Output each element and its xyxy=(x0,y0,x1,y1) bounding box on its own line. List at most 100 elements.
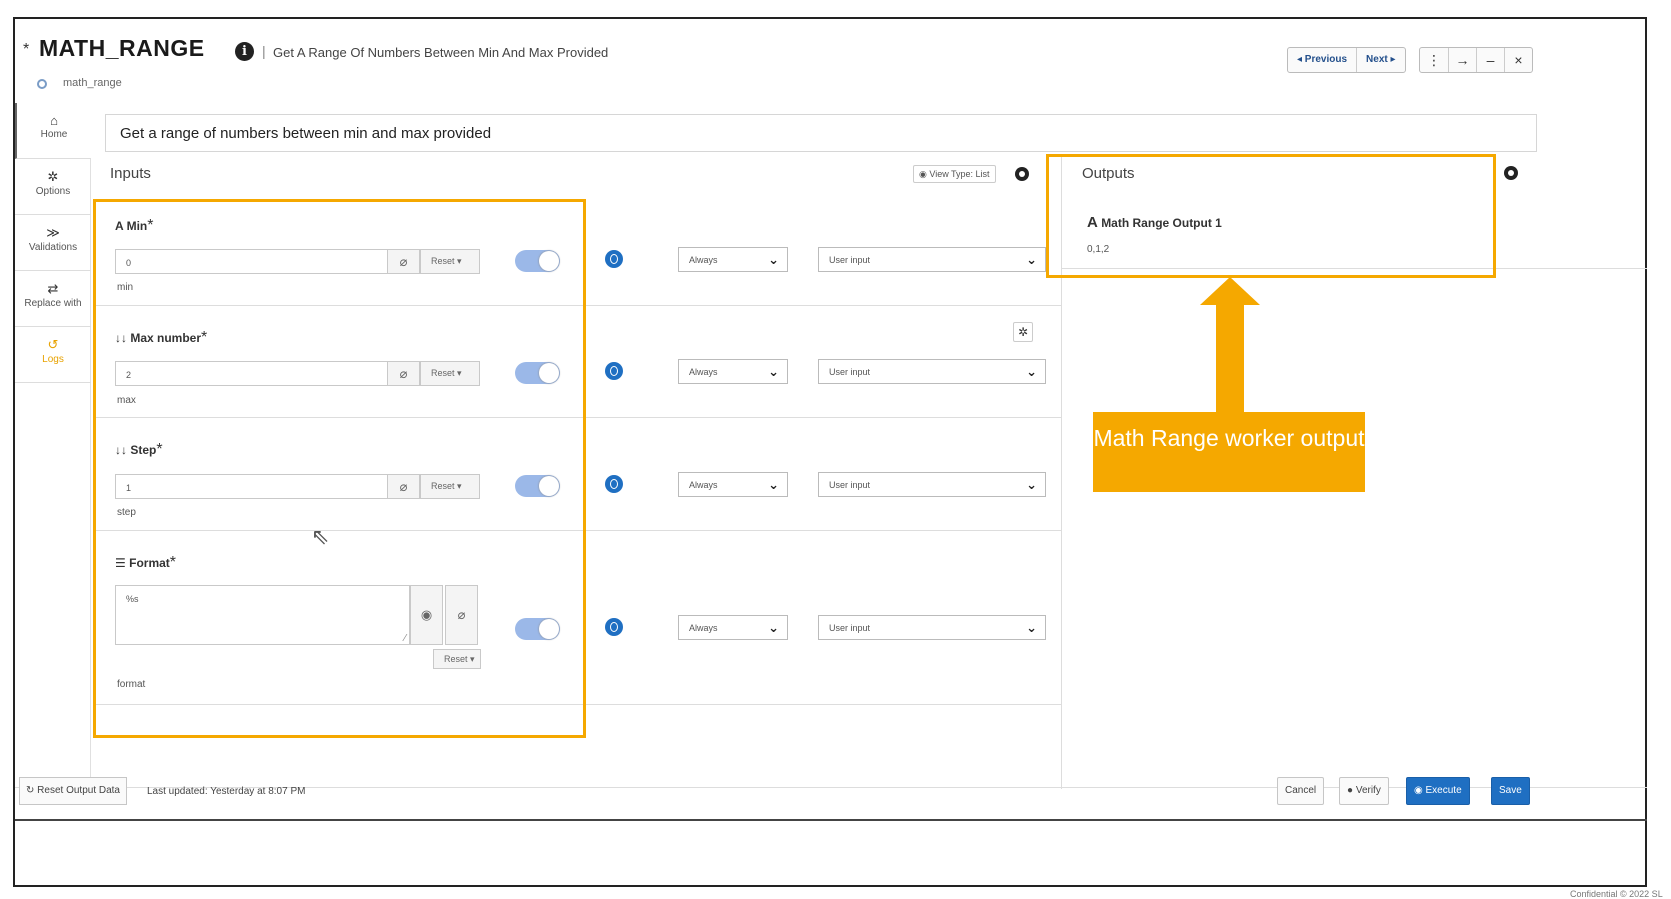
settings-gear-icon[interactable]: ✲ xyxy=(1013,322,1033,342)
output-divider xyxy=(1061,268,1647,269)
step-input[interactable]: 1 xyxy=(115,474,390,499)
info-badge-icon[interactable] xyxy=(605,362,623,380)
chevron-down-icon: ⌄ xyxy=(768,620,779,635)
input-label-text: Step xyxy=(130,443,157,457)
input-toggle[interactable] xyxy=(515,250,560,272)
output-name: A Math Range Output 1 xyxy=(1087,214,1222,231)
required-marker: * xyxy=(201,329,208,346)
when-select-value: Always xyxy=(689,367,718,377)
input-key-label: format xyxy=(117,679,146,690)
info-badge-icon[interactable] xyxy=(605,250,623,268)
attach-icon[interactable]: ⌀ xyxy=(445,585,478,645)
source-select[interactable]: User input ⌄ xyxy=(818,615,1046,640)
required-marker: * xyxy=(169,554,177,571)
output-name-text: Math Range Output 1 xyxy=(1101,216,1222,230)
when-select[interactable]: Always ⌄ xyxy=(678,247,788,272)
page-subtitle: Get A Range Of Numbers Between Min And M… xyxy=(273,45,609,60)
save-button[interactable]: Save xyxy=(1491,777,1530,805)
text-format-icon: ☰ xyxy=(115,556,126,570)
refresh-icon: ↻ xyxy=(26,785,38,796)
attach-icon[interactable]: ⌀ xyxy=(387,474,420,499)
forward-arrow-icon[interactable]: → xyxy=(1448,48,1476,72)
number-type-icon: ↓↓ xyxy=(115,331,127,345)
history-icon: ↺ xyxy=(47,337,59,352)
input-key-label: step xyxy=(117,507,136,518)
required-marker: * xyxy=(147,217,154,234)
kebab-menu-icon[interactable]: ⋮ xyxy=(1420,48,1448,72)
required-marker: * xyxy=(156,441,163,458)
source-select[interactable]: User input ⌄ xyxy=(818,472,1046,497)
description-field[interactable]: Get a range of numbers between min and m… xyxy=(105,114,1537,152)
sidebar: ⌂ Home ✲ Options ≫ Validations ⇄ Replace… xyxy=(15,103,91,789)
info-icon[interactable]: i xyxy=(235,42,254,61)
info-badge-icon[interactable] xyxy=(605,618,623,636)
sidebar-item-logs[interactable]: ↺ Logs xyxy=(15,327,91,383)
sidebar-item-validations[interactable]: ≫ Validations xyxy=(15,215,91,271)
input-toggle[interactable] xyxy=(515,362,560,384)
input-label-text: Max number xyxy=(130,331,202,345)
verify-button[interactable]: ● Verify xyxy=(1339,777,1389,805)
when-select[interactable]: Always ⌄ xyxy=(678,359,788,384)
source-select[interactable]: User input ⌄ xyxy=(818,247,1046,272)
validations-icon: ≫ xyxy=(46,225,60,240)
input-label-format: ☰ Format* xyxy=(115,554,176,572)
reset-output-data-button[interactable]: ↻ Reset Output Data xyxy=(19,777,127,805)
preview-eye-icon[interactable]: ◉ xyxy=(410,585,443,645)
reset-button[interactable]: Reset ▾ xyxy=(420,249,480,274)
minimize-icon[interactable]: – xyxy=(1476,48,1504,72)
source-select[interactable]: User input ⌄ xyxy=(818,359,1046,384)
attach-icon[interactable]: ⌀ xyxy=(387,361,420,386)
when-select-value: Always xyxy=(689,623,718,633)
reset-button[interactable]: Reset ▾ xyxy=(433,649,481,669)
output-value: 0,1,2 xyxy=(1087,244,1110,255)
swap-icon: ⇄ xyxy=(47,281,59,296)
min-input[interactable]: 0 xyxy=(115,249,390,274)
info-badge-icon[interactable] xyxy=(605,475,623,493)
input-toggle[interactable] xyxy=(515,475,560,497)
format-textarea[interactable]: %s xyxy=(115,585,410,645)
input-label-text: Format xyxy=(129,556,170,570)
window-controls: ⋮ → – × xyxy=(1419,47,1533,73)
confidential-notice: Confidential © 2022 SL xyxy=(1570,889,1663,899)
input-toggle[interactable] xyxy=(515,618,560,640)
panel-divider xyxy=(1061,155,1062,789)
callout-label: Math Range worker output xyxy=(1093,412,1365,492)
page-title: MATH_RANGE xyxy=(39,35,205,61)
text-type-icon: A xyxy=(115,219,124,233)
add-input-icon[interactable] xyxy=(1015,167,1029,181)
add-output-icon[interactable] xyxy=(1504,166,1518,180)
max-number-input[interactable]: 2 xyxy=(115,361,390,386)
sidebar-item-options[interactable]: ✲ Options xyxy=(15,159,91,215)
cancel-button[interactable]: Cancel xyxy=(1277,777,1325,805)
chevron-down-icon: ⌄ xyxy=(1026,477,1037,492)
input-label-step: ↓↓ Step* xyxy=(115,441,163,459)
when-select[interactable]: Always ⌄ xyxy=(678,472,788,497)
reset-button[interactable]: Reset ▾ xyxy=(420,361,480,386)
chevron-down-icon: ⌄ xyxy=(768,477,779,492)
view-type-button[interactable]: ◉ View Type: List xyxy=(913,165,996,183)
attach-icon[interactable]: ⌀ xyxy=(387,249,420,274)
inputs-section-title: Inputs xyxy=(110,165,151,182)
play-circle-icon: ◉ xyxy=(1414,785,1426,796)
eye-icon: ◉ xyxy=(919,169,930,179)
reset-button[interactable]: Reset ▾ xyxy=(420,474,480,499)
bottom-border xyxy=(15,819,1647,821)
when-select[interactable]: Always ⌄ xyxy=(678,615,788,640)
gear-icon: ✲ xyxy=(47,169,59,184)
row-divider xyxy=(93,530,1061,531)
input-key-label: max xyxy=(117,395,136,406)
view-type-label: View Type: List xyxy=(929,169,990,179)
home-icon: ⌂ xyxy=(50,113,58,128)
execute-button[interactable]: ◉ Execute xyxy=(1406,777,1470,805)
source-select-value: User input xyxy=(829,367,871,377)
next-button[interactable]: Next ▸ xyxy=(1356,48,1404,72)
last-updated-text: Last updated: Yesterday at 8:07 PM xyxy=(147,786,306,797)
reset-output-label: Reset Output Data xyxy=(37,785,120,796)
previous-button[interactable]: ◂ Previous xyxy=(1288,48,1356,72)
input-key-label: min xyxy=(117,282,134,293)
sidebar-item-replace-with[interactable]: ⇄ Replace with xyxy=(15,271,91,327)
worker-slug: math_range xyxy=(63,77,122,89)
sidebar-item-home[interactable]: ⌂ Home xyxy=(15,103,91,159)
sidebar-item-label: Logs xyxy=(42,354,64,365)
close-icon[interactable]: × xyxy=(1504,48,1532,72)
